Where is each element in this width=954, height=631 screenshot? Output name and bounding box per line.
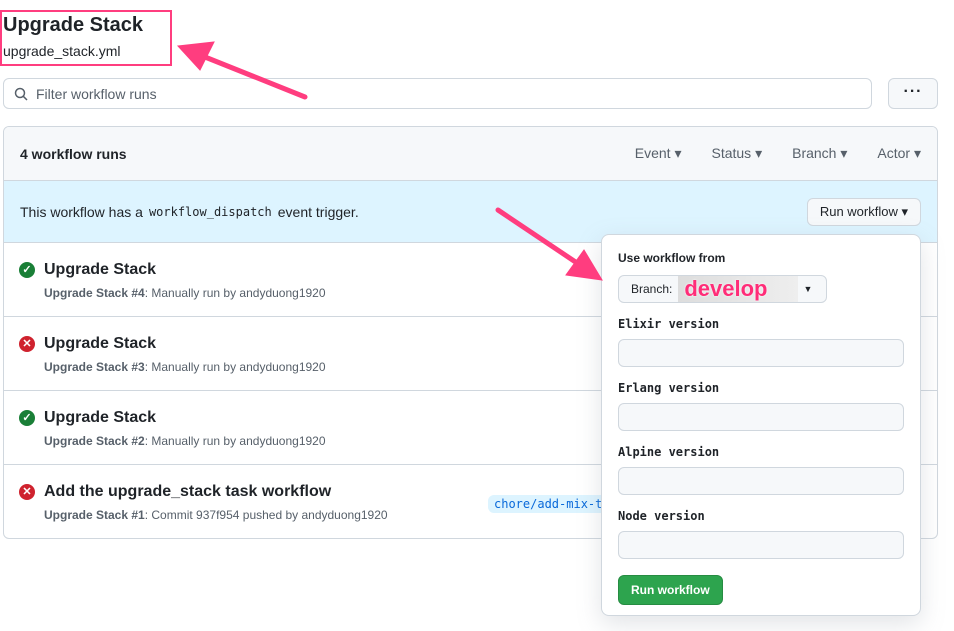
arrow-icon: [176, 41, 603, 281]
annotation-arrows: [176, 41, 603, 281]
